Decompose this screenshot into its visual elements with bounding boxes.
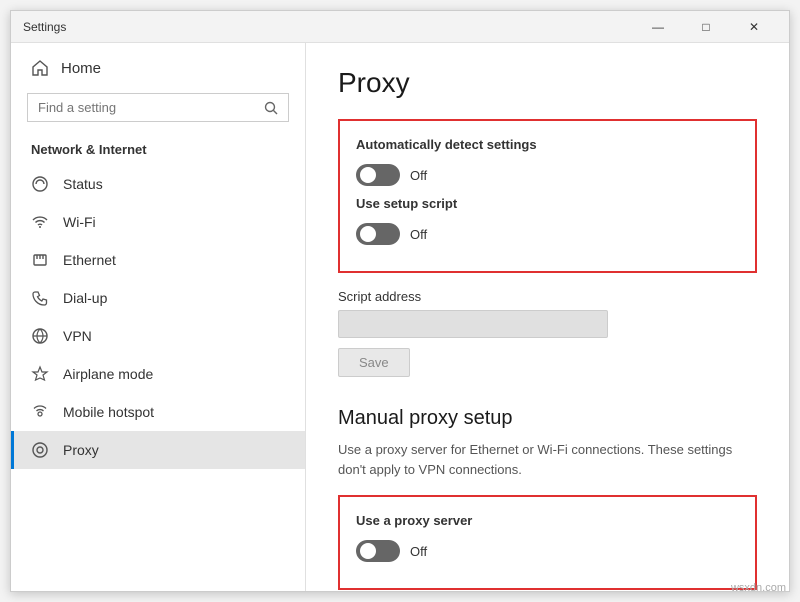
proxy-server-heading: Use a proxy server — [356, 513, 739, 528]
section-label: Network & Internet — [11, 134, 305, 165]
vpn-icon — [31, 327, 49, 345]
phone-icon — [31, 289, 49, 307]
wifi-label: Wi-Fi — [63, 214, 96, 230]
sidebar-item-airplane[interactable]: Airplane mode — [11, 355, 305, 393]
proxy-toggle-label: Off — [410, 544, 427, 559]
main-content: Proxy Automatically detect settings Off … — [306, 43, 789, 591]
auto-detect-toggle-row: Off — [356, 164, 739, 186]
sidebar-item-hotspot[interactable]: Mobile hotspot — [11, 393, 305, 431]
setup-script-toggle[interactable] — [356, 223, 400, 245]
proxy-icon — [31, 441, 49, 459]
window-content: Home Network & Internet Status — [11, 43, 789, 591]
automatic-settings-box: Automatically detect settings Off Use se… — [338, 119, 757, 273]
sidebar-item-home[interactable]: Home — [11, 43, 305, 93]
status-label: Status — [63, 176, 103, 192]
hotspot-icon — [31, 403, 49, 421]
sidebar-item-ethernet[interactable]: Ethernet — [11, 241, 305, 279]
maximize-button[interactable]: □ — [683, 11, 729, 43]
sidebar: Home Network & Internet Status — [11, 43, 306, 591]
script-address-input[interactable] — [338, 310, 608, 338]
script-address-label: Script address — [338, 289, 757, 304]
titlebar: Settings — □ ✕ — [11, 11, 789, 43]
sidebar-home-label: Home — [61, 60, 101, 77]
airplane-icon — [31, 365, 49, 383]
proxy-toggle-row: Off — [356, 540, 739, 562]
close-button[interactable]: ✕ — [731, 11, 777, 43]
manual-description: Use a proxy server for Ethernet or Wi-Fi… — [338, 440, 757, 479]
auto-detect-toggle-label: Off — [410, 168, 427, 183]
status-icon — [31, 175, 49, 193]
sidebar-item-dialup[interactable]: Dial-up — [11, 279, 305, 317]
auto-detect-heading: Automatically detect settings — [356, 137, 739, 152]
setup-script-toggle-row: Off — [356, 223, 739, 245]
setup-script-toggle-label: Off — [410, 227, 427, 242]
wifi-icon — [31, 213, 49, 231]
window-controls: — □ ✕ — [635, 11, 777, 43]
use-proxy-box: Use a proxy server Off — [338, 495, 757, 590]
ethernet-label: Ethernet — [63, 252, 116, 268]
save-button[interactable]: Save — [338, 348, 410, 377]
titlebar-title: Settings — [23, 20, 66, 34]
settings-window: Settings — □ ✕ Home — [10, 10, 790, 592]
setup-script-heading: Use setup script — [356, 196, 739, 211]
sidebar-item-wifi[interactable]: Wi-Fi — [11, 203, 305, 241]
sidebar-item-vpn[interactable]: VPN — [11, 317, 305, 355]
manual-section-title: Manual proxy setup — [338, 407, 757, 430]
dialup-label: Dial-up — [63, 290, 107, 306]
sidebar-item-proxy[interactable]: Proxy — [11, 431, 305, 469]
home-icon — [31, 59, 49, 77]
ethernet-icon — [31, 251, 49, 269]
minimize-button[interactable]: — — [635, 11, 681, 43]
hotspot-label: Mobile hotspot — [63, 404, 154, 420]
watermark: wsxdn.com — [731, 582, 786, 594]
search-box[interactable] — [27, 93, 289, 122]
sidebar-item-status[interactable]: Status — [11, 165, 305, 203]
proxy-toggle[interactable] — [356, 540, 400, 562]
airplane-label: Airplane mode — [63, 366, 153, 382]
auto-detect-toggle[interactable] — [356, 164, 400, 186]
search-input[interactable] — [38, 100, 256, 115]
page-title: Proxy — [338, 67, 757, 99]
search-icon — [264, 101, 278, 115]
proxy-label: Proxy — [63, 442, 99, 458]
vpn-label: VPN — [63, 328, 92, 344]
